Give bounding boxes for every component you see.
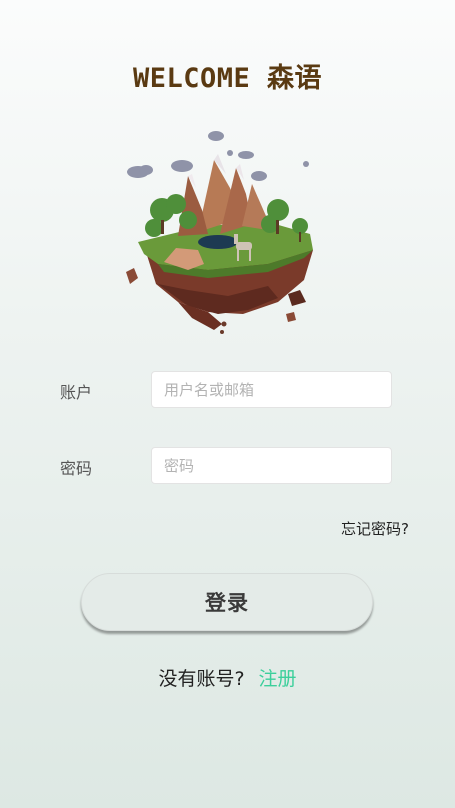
forgot-password-link[interactable]: 忘记密码?: [341, 518, 409, 539]
account-input[interactable]: [151, 371, 392, 408]
register-prompt-row: 没有账号? 注册: [0, 664, 455, 691]
register-prompt-text: 没有账号?: [158, 668, 245, 690]
password-input[interactable]: [151, 447, 392, 484]
page-title: WELCOME 森语: [132, 63, 323, 94]
floating-island-illustration: [126, 131, 313, 334]
password-label: 密码: [60, 459, 93, 478]
register-link[interactable]: 注册: [259, 668, 297, 690]
login-button[interactable]: 登录: [81, 573, 373, 631]
account-label: 账户: [60, 383, 93, 402]
